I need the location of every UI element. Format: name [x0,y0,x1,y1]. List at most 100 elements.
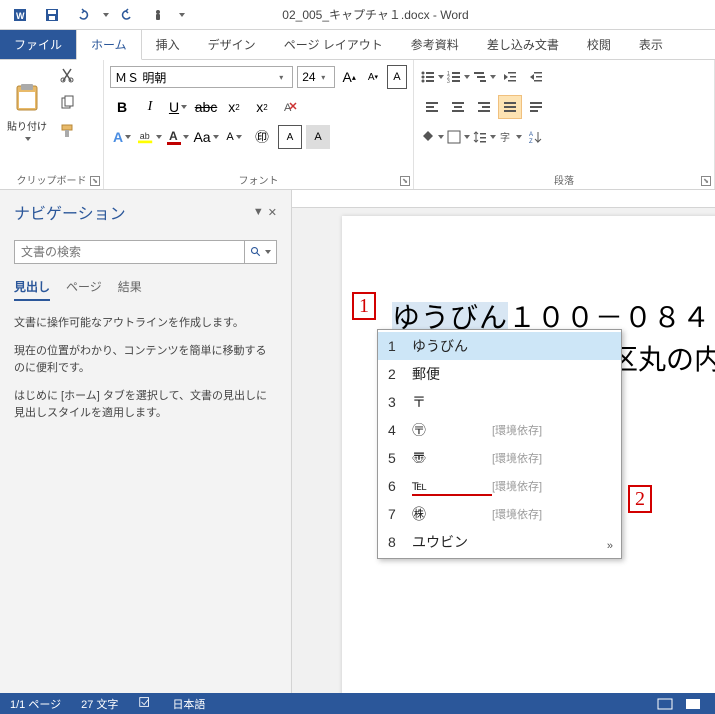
align-left-icon[interactable] [420,95,444,119]
group-clipboard: 貼り付け クリップボード ⬊ [0,60,104,189]
change-case-icon[interactable]: Aa [194,125,218,149]
window-title: 02_005_キャプチャ１.docx - Word [196,6,555,23]
nav-hint-text: 文書に操作可能なアウトラインを作成します。 現在の位置がわかり、コンテンツを簡単… [14,315,277,423]
ime-candidate-6[interactable]: 6℡[環境依存] [378,472,621,500]
ime-candidate-8[interactable]: 8ユウビン [378,528,621,556]
view-print-icon[interactable] [681,695,705,713]
nav-tab-pages[interactable]: ページ [66,278,102,301]
multilevel-list-icon[interactable] [472,65,496,89]
shading-icon[interactable] [420,125,444,149]
sort-icon[interactable]: AZ [524,125,548,149]
tab-mailings[interactable]: 差し込み文書 [473,30,573,59]
character-scaling-icon[interactable]: A [222,125,246,149]
document-area: 1 ゆうびん１００－０８４４ 田区丸の内２－７ 1ゆうびん 2郵便 3〒 4〶[… [292,190,715,693]
tab-home[interactable]: ホーム [76,29,142,60]
font-size-combo[interactable]: 24▾ [297,66,335,88]
group-label-paragraph: 段落 [414,172,714,187]
ime-candidate-3[interactable]: 3〒 [378,388,621,416]
ime-candidate-1[interactable]: 1ゆうびん [378,332,621,360]
nav-close-icon[interactable]: ✕ [268,206,277,219]
ime-candidate-7[interactable]: 7㊑[環境依存] [378,500,621,528]
tab-references[interactable]: 参考資料 [397,30,473,59]
status-page[interactable]: 1/1 ページ [10,696,61,712]
nav-search-input[interactable] [14,240,245,264]
group-paragraph: 123 字 AZ 段落 ⬊ [414,60,715,189]
nav-tab-headings[interactable]: 見出し [14,278,50,301]
clear-formatting-icon[interactable]: A [278,95,302,119]
status-proofing-icon[interactable] [138,695,152,712]
shrink-font-icon[interactable]: A▾ [363,65,383,89]
svg-text:3: 3 [447,79,450,85]
text-effects-icon[interactable]: A [110,125,134,149]
clipboard-launcher-icon[interactable]: ⬊ [90,176,100,186]
callout-1: 1 [352,292,376,320]
quick-access-toolbar: W [0,3,196,27]
callout-2: 2 [628,485,652,513]
tab-view[interactable]: 表示 [625,30,677,59]
nav-title: ナビゲーション [14,200,126,224]
group-label-font: フォント [104,172,413,187]
copy-icon[interactable] [56,92,78,114]
nav-dropdown-icon[interactable]: ▼ [253,206,264,219]
distribute-icon[interactable] [524,95,548,119]
svg-text:字: 字 [500,131,510,144]
document-page[interactable]: 1 ゆうびん１００－０８４４ 田区丸の内２－７ 1ゆうびん 2郵便 3〒 4〶[… [342,216,715,693]
align-justify-icon[interactable] [498,95,522,119]
qat-customize-icon[interactable] [174,3,188,27]
status-language[interactable]: 日本語 [172,696,205,712]
align-right-icon[interactable] [472,95,496,119]
font-color-icon[interactable]: A [166,125,190,149]
tab-file[interactable]: ファイル [0,30,76,59]
paste-button[interactable]: 貼り付け [6,64,48,159]
italic-button[interactable]: I [138,95,162,119]
redo-icon[interactable] [114,3,142,27]
asian-layout-icon[interactable]: 字 [498,125,522,149]
line-spacing-icon[interactable] [472,125,496,149]
tab-review[interactable]: 校閲 [573,30,625,59]
tab-insert[interactable]: 挿入 [142,30,194,59]
enclose-characters-icon[interactable]: ㊞ [250,125,274,149]
svg-text:A: A [169,129,178,143]
touch-mode-icon[interactable] [144,3,172,27]
character-shading-icon[interactable]: A [306,125,330,149]
bold-button[interactable]: B [110,95,134,119]
undo-icon[interactable] [68,3,96,27]
subscript-button[interactable]: x2 [222,95,246,119]
decrease-indent-icon[interactable] [498,65,522,89]
bullets-icon[interactable] [420,65,444,89]
save-icon[interactable] [38,3,66,27]
character-border-icon[interactable]: A [278,125,302,149]
cut-icon[interactable] [56,64,78,86]
numbering-icon[interactable]: 123 [446,65,470,89]
tab-layout[interactable]: ページ レイアウト [270,30,397,59]
status-words[interactable]: 27 文字 [81,696,118,712]
underline-button[interactable]: U [166,95,190,119]
group-font: ＭＳ 明朝▾ 24▾ A▴ A▾ A B I U abc x2 x2 A A a… [104,60,414,189]
ruler[interactable] [292,190,715,208]
paragraph-launcher-icon[interactable]: ⬊ [701,176,711,186]
ribbon: 貼り付け クリップボード ⬊ ＭＳ 明朝▾ 24▾ A▴ A▾ A B I U … [0,60,715,190]
font-name-combo[interactable]: ＭＳ 明朝▾ [110,66,293,88]
undo-dropdown-icon[interactable] [98,3,112,27]
align-center-icon[interactable] [446,95,470,119]
paste-label: 貼り付け [7,118,47,133]
ime-candidate-4[interactable]: 4〶[環境依存] [378,416,621,444]
grow-font-icon[interactable]: A▴ [339,65,359,89]
format-painter-icon[interactable] [56,120,78,142]
ime-expand-icon[interactable]: » [607,540,613,552]
phonetic-guide-icon[interactable]: A [387,65,407,89]
ime-candidate-popup: 1ゆうびん 2郵便 3〒 4〶[環境依存] 5〠[環境依存] 6℡[環境依存] … [377,329,622,559]
tab-design[interactable]: デザイン [194,30,270,59]
view-read-icon[interactable] [653,695,677,713]
borders-icon[interactable] [446,125,470,149]
strikethrough-button[interactable]: abc [194,95,218,119]
superscript-button[interactable]: x2 [250,95,274,119]
nav-tab-results[interactable]: 結果 [118,278,142,301]
font-launcher-icon[interactable]: ⬊ [400,176,410,186]
ime-candidate-5[interactable]: 5〠[環境依存] [378,444,621,472]
highlight-icon[interactable]: ab [138,125,162,149]
word-icon[interactable]: W [8,3,36,27]
nav-search-button[interactable] [245,240,277,264]
ime-candidate-2[interactable]: 2郵便 [378,360,621,388]
increase-indent-icon[interactable] [524,65,548,89]
